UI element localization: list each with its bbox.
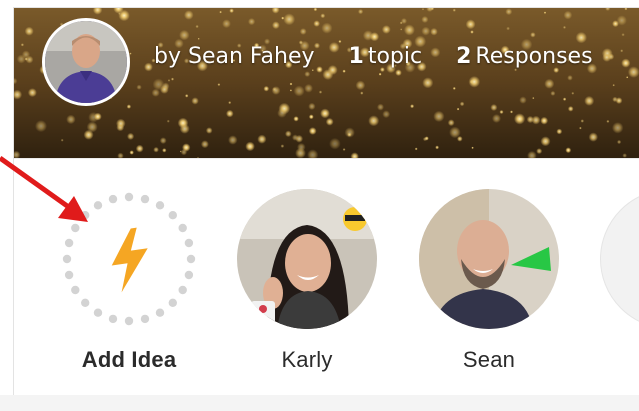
topic-cover-banner: by Sean Fahey 1 topic 2 Responses [14,8,639,158]
lightning-bolt-icon [111,227,148,293]
karly-avatar[interactable] [237,189,377,329]
topic-count: 1 [348,44,364,69]
topic-meta: by Sean Fahey 1 topic 2 Responses [154,44,593,69]
response-karly[interactable]: Karly [232,189,382,373]
response-count: 2 [456,44,472,69]
sean-avatar[interactable] [419,189,559,329]
page-footer-band [0,395,639,411]
sean-name: Sean [462,347,516,372]
response-sean[interactable]: Sean [414,189,564,373]
author-avatar[interactable] [42,18,130,106]
author-byline[interactable]: by Sean Fahey [154,44,315,69]
next-response-avatar[interactable] [600,189,639,329]
topic-label: topic [367,44,423,69]
response-label[interactable]: Responses [475,44,592,69]
red-arrow-icon [0,155,88,222]
add-idea-label: Add Idea [81,347,177,372]
karly-name: Karly [281,347,333,372]
